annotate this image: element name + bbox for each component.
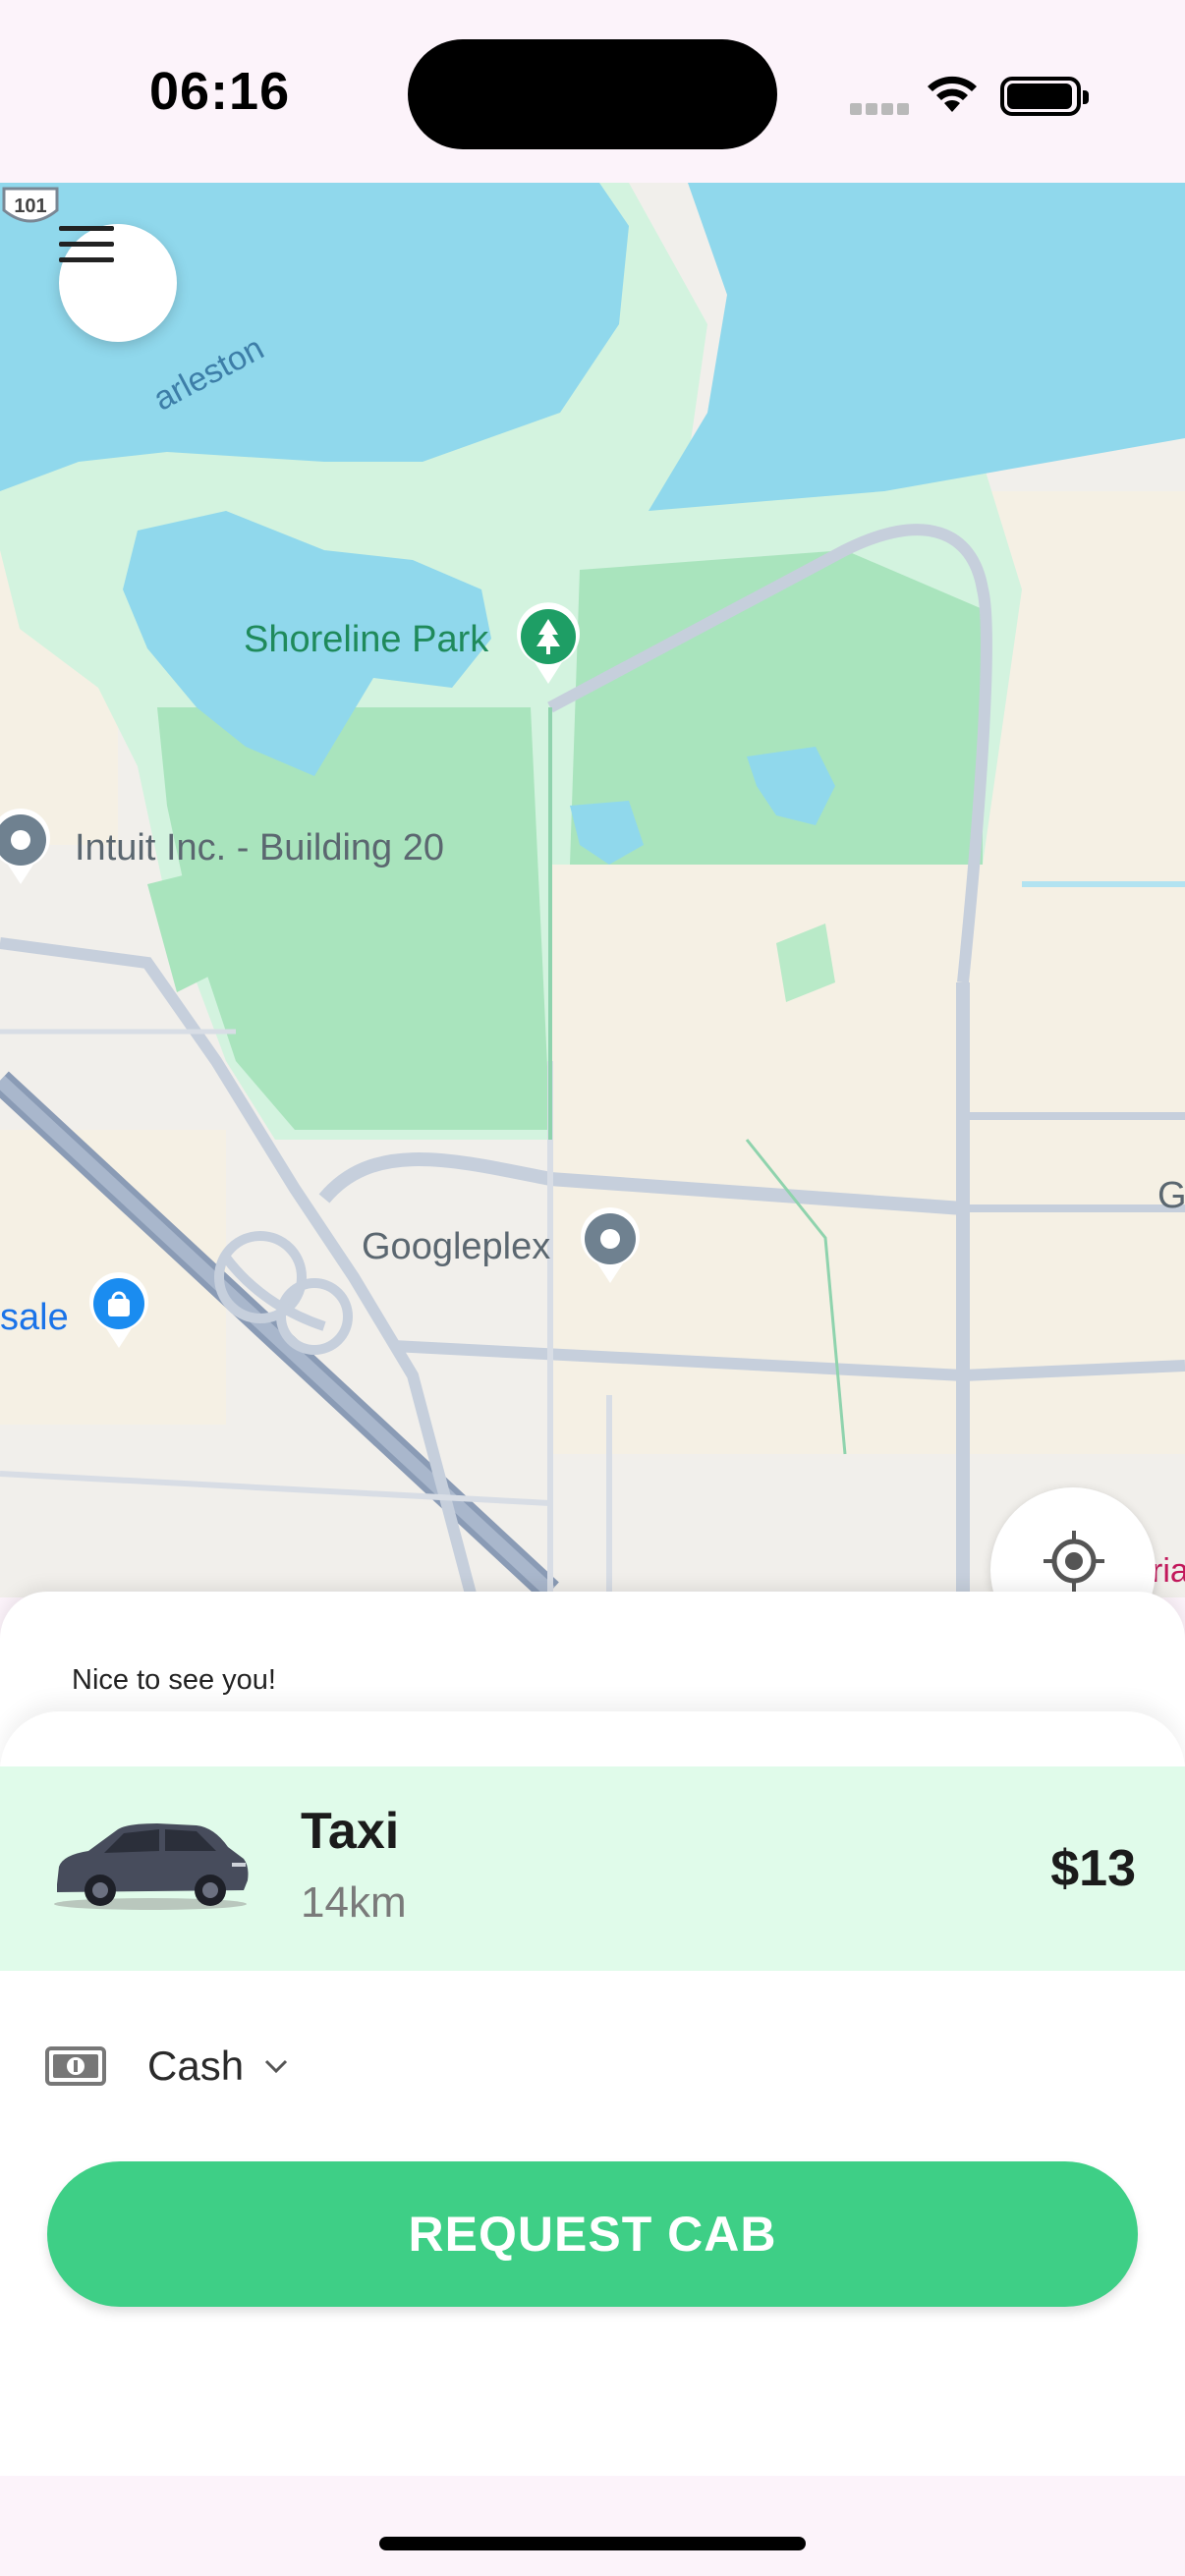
chevron-down-icon	[265, 2059, 288, 2074]
highway-number: 101	[14, 196, 46, 217]
menu-button[interactable]	[59, 224, 177, 342]
status-time: 06:16	[149, 62, 291, 121]
status-bar: 06:16	[0, 0, 1185, 183]
map-label-googleplex[interactable]: Googleplex	[362, 1226, 550, 1268]
wifi-icon	[928, 76, 977, 112]
home-indicator[interactable]	[379, 2537, 806, 2550]
ride-name: Taxi	[301, 1803, 400, 1860]
map-label-shoreline-park[interactable]: Shoreline Park	[244, 619, 488, 661]
map-view[interactable]: arleston Shoreline Park Intuit Inc. - Bu…	[0, 183, 1185, 1597]
park-pin-icon[interactable]	[513, 601, 584, 686]
place-pin-icon[interactable]	[0, 808, 53, 886]
ride-price: $13	[1050, 1840, 1136, 1897]
car-icon	[54, 1823, 249, 1910]
request-cab-button[interactable]: REQUEST CAB	[47, 2161, 1138, 2307]
cash-icon	[45, 2046, 106, 2086]
shopping-pin-icon[interactable]	[86, 1271, 151, 1350]
map-label-sale[interactable]: sale	[0, 1297, 69, 1339]
dynamic-island	[408, 39, 777, 149]
highway-shield-icon: 101	[2, 187, 59, 223]
menu-icon	[59, 226, 114, 262]
map-label-intuit[interactable]: Intuit Inc. - Building 20	[75, 827, 444, 869]
bottom-safe-area	[0, 2476, 1185, 2576]
map-label-edge-g: G	[1157, 1175, 1185, 1216]
battery-icon	[1000, 77, 1089, 116]
map-label-edge-ia: ria	[1152, 1552, 1185, 1590]
payment-method-selector[interactable]: Cash	[45, 2032, 289, 2100]
signal-icon	[850, 102, 913, 120]
ride-option-taxi[interactable]: Taxi 14km $13	[0, 1766, 1185, 1971]
locate-icon	[1044, 1531, 1104, 1592]
payment-method-label: Cash	[147, 2043, 245, 2089]
ride-distance: 14km	[301, 1878, 407, 1927]
greeting-text: Nice to see you!	[72, 1664, 276, 1696]
googleplex-pin-icon[interactable]	[578, 1206, 643, 1285]
